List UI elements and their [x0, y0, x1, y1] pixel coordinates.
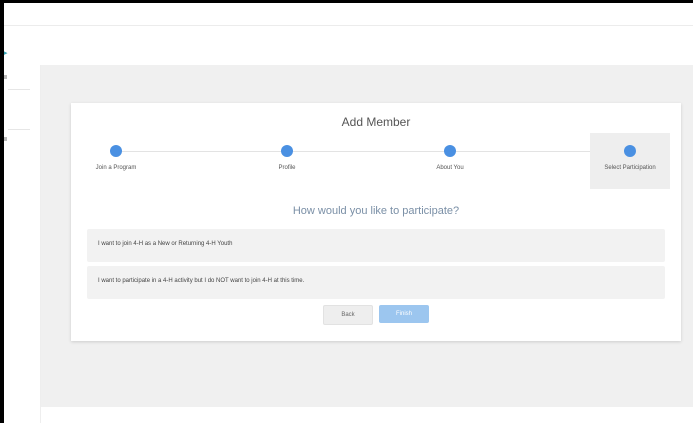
option-join-4h[interactable]: I want to join 4-H as a New or Returning… [87, 229, 665, 262]
step-select-participation[interactable]: Select Participation [590, 133, 670, 189]
logo-icon: ▸ [4, 47, 8, 59]
stepper-track [116, 151, 636, 152]
app-window: ▸ Add Member Join a Program Profile Abou… [4, 3, 693, 423]
step-profile[interactable]: Profile [247, 133, 327, 189]
top-bar [4, 3, 693, 26]
participation-question: How would you like to participate? [292, 205, 460, 217]
header [4, 26, 693, 64]
step-label: Profile [278, 165, 296, 171]
footer [41, 407, 693, 423]
sidebar-divider [8, 129, 30, 130]
add-member-dialog: Add Member Join a Program Profile About … [71, 103, 681, 341]
sidebar-item-indicator[interactable] [4, 75, 7, 79]
option-label: I want to participate in a 4-H activity … [98, 278, 305, 284]
main-content: Add Member Join a Program Profile About … [41, 65, 693, 407]
option-label: I want to join 4-H as a New or Returning… [98, 241, 233, 247]
step-join-program[interactable]: Join a Program [76, 133, 156, 189]
step-dot [624, 145, 636, 157]
step-dot [110, 145, 122, 157]
step-label: About You [436, 165, 464, 171]
step-label: Join a Program [95, 165, 137, 171]
back-button[interactable]: Back [323, 305, 373, 325]
finish-button[interactable]: Finish [379, 305, 429, 323]
step-label: Select Participation [604, 165, 656, 171]
step-about-you[interactable]: About You [410, 133, 490, 189]
option-participate-only[interactable]: I want to participate in a 4-H activity … [87, 266, 665, 299]
sidebar [4, 65, 41, 423]
dialog-title: Add Member [341, 115, 411, 129]
sidebar-divider [8, 89, 30, 90]
sidebar-item-indicator[interactable] [4, 137, 7, 141]
step-dot [444, 145, 456, 157]
step-dot [281, 145, 293, 157]
